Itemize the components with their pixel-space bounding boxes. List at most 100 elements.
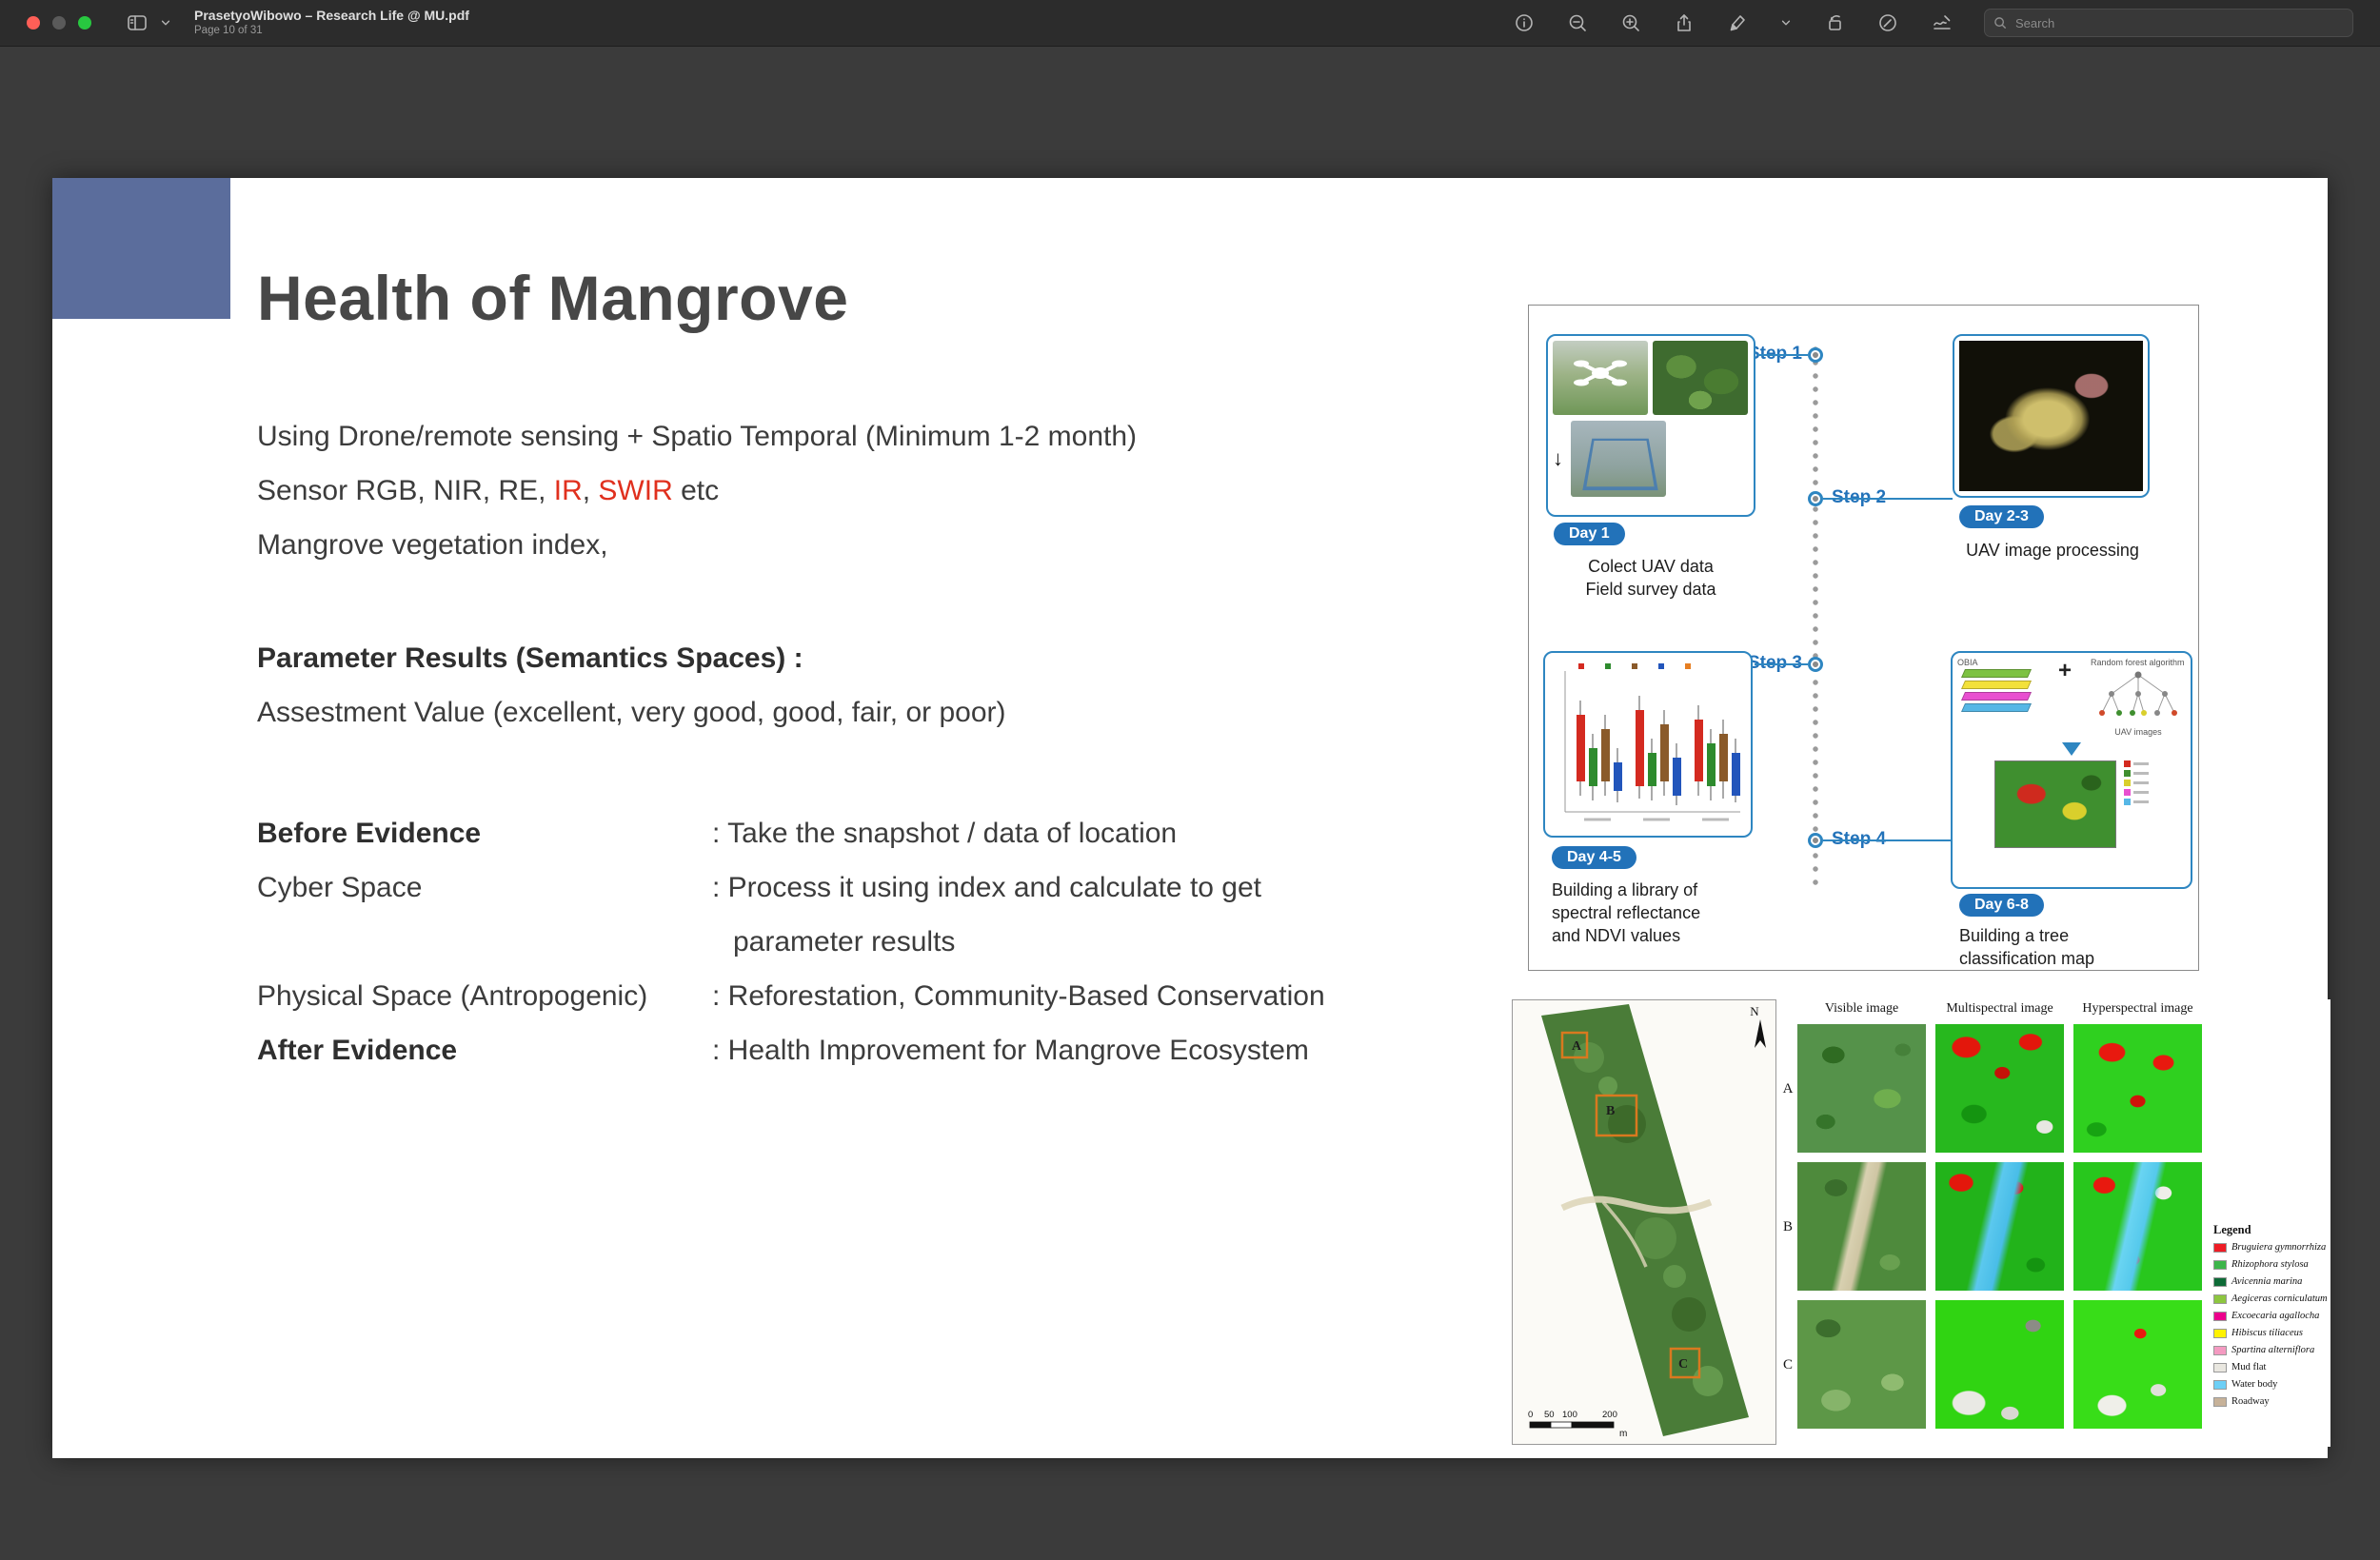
assessment-line: Assestment Value (excellent, very good, … (257, 685, 1495, 740)
pen-circle-icon (1877, 12, 1898, 33)
row-label-a: A (1780, 1081, 1795, 1097)
scale-number: 100 (1562, 1410, 1577, 1420)
legend-swatch (2213, 1243, 2227, 1253)
app-window: PrasetyoWibowo – Research Life @ MU.pdf … (0, 0, 2380, 1560)
step4-node (1808, 833, 1823, 848)
search-input[interactable] (2013, 15, 2344, 31)
chevron-down-icon (1780, 17, 1792, 29)
day2-3-panel (1953, 334, 2150, 498)
day4-5-panel (1543, 651, 1753, 838)
obia-layer-stack (1957, 667, 2039, 722)
legend-label: Water body (2231, 1379, 2277, 1390)
sidebar-options-button[interactable] (154, 17, 177, 29)
connector-line (1755, 663, 1808, 665)
window-controls (27, 16, 91, 30)
legend-swatch (2213, 1346, 2227, 1355)
legend-item: Water body (2213, 1379, 2328, 1390)
species-legend: Legend Bruguiera gymnorrhiza Rhizophora s… (2213, 1223, 2328, 1413)
column-header-multispectral: Multispectral image (1935, 1001, 2064, 1017)
grid-cell-multispectral-c (1935, 1300, 2064, 1429)
day6-8-panel: OBIA + Random forest algorithm (1951, 651, 2192, 889)
legend-swatch (2213, 1294, 2227, 1304)
map-label-c: C (1678, 1357, 1688, 1372)
evidence-row-continuation: parameter results (257, 915, 1495, 969)
legend-label: Excoecaria agallocha (2231, 1311, 2319, 1321)
markup-options-button[interactable] (1775, 17, 1797, 29)
zoom-out-button[interactable] (1561, 12, 1594, 33)
info-button[interactable] (1508, 12, 1540, 33)
legend-item: Mud flat (2213, 1362, 2328, 1372)
legend-item: Bruguiera gymnorrhiza (2213, 1242, 2328, 1253)
map-label-a: A (1572, 1039, 1582, 1054)
markup-button[interactable] (1721, 12, 1754, 33)
page-indicator: Page 10 of 31 (194, 25, 469, 37)
legend-label: Roadway (2231, 1396, 2270, 1407)
legend-label: Rhizophora stylosa (2231, 1259, 2309, 1270)
search-field[interactable] (1984, 9, 2353, 37)
slide-body: Using Drone/remote sensing + Spatio Temp… (257, 409, 1495, 1077)
evidence-block: Before Evidence : Take the snapshot / da… (257, 806, 1495, 1077)
evidence-label: Cyber Space (257, 860, 712, 915)
window-title: PrasetyoWibowo – Research Life @ MU.pdf (194, 8, 469, 23)
step1-node (1808, 347, 1823, 363)
random-forest-label: Random forest algorithm (2091, 658, 2186, 667)
site-map-panel: A B C N 0 50 100 200 m (1512, 999, 1776, 1445)
classification-map-image (1994, 760, 2116, 848)
pdf-page: Health of Mangrove Using Drone/remote se… (52, 178, 2328, 1458)
north-label: N (1750, 1004, 1759, 1018)
legend-swatch (2213, 1363, 2227, 1372)
zoom-window-button[interactable] (78, 16, 91, 30)
rotate-icon (1824, 12, 1845, 33)
timeline-dotted-line (1813, 346, 1818, 893)
evidence-row-physical: Physical Space (Antropogenic) : Reforest… (257, 969, 1495, 1023)
plus-sign: + (2058, 658, 2072, 684)
legend-items: Bruguiera gymnorrhiza Rhizophora stylosa A… (2213, 1242, 2328, 1407)
field-survey-photo (1571, 421, 1666, 497)
sensor-ir-text: IR (554, 475, 583, 506)
step3-node (1808, 657, 1823, 672)
signature-button[interactable] (1925, 12, 1959, 33)
share-icon (1674, 12, 1695, 33)
map-label-b: B (1606, 1104, 1615, 1118)
body-line-index: Mangrove vegetation index, (257, 518, 1495, 572)
scale-unit: m (1619, 1429, 1627, 1439)
legend-title: Legend (2213, 1223, 2328, 1237)
evidence-label: Before Evidence (257, 806, 712, 860)
parameter-results-block: Parameter Results (Semantics Spaces) : A… (257, 631, 1495, 740)
minimize-window-button[interactable] (52, 16, 66, 30)
titlebar: PrasetyoWibowo – Research Life @ MU.pdf … (0, 0, 2380, 47)
mangrove-photo (1653, 341, 1748, 415)
grid-cell-hyperspectral-b (2073, 1162, 2202, 1291)
zoom-out-icon (1567, 12, 1588, 33)
evidence-label (257, 915, 712, 969)
connector-line (1823, 839, 1951, 841)
scale-number: 50 (1544, 1410, 1555, 1420)
legend-swatch (2213, 1312, 2227, 1321)
day2-3-badge: Day 2-3 (1959, 505, 2044, 528)
connector-line (1757, 354, 1808, 356)
slide-accent-rectangle (52, 178, 230, 319)
connector-line (1823, 498, 1953, 500)
obia-label: OBIA (1957, 658, 2039, 667)
evidence-row-cyber: Cyber Space : Process it using index and… (257, 860, 1495, 915)
drone-graphic (1553, 341, 1648, 415)
annotate-button[interactable] (1872, 12, 1904, 33)
sidebar-toggle-button[interactable] (120, 12, 154, 33)
sensor-suffix: etc (673, 475, 719, 506)
evidence-label: After Evidence (257, 1023, 712, 1077)
share-button[interactable] (1668, 12, 1700, 33)
close-window-button[interactable] (27, 16, 40, 30)
legend-label: Aegiceras corniculatum (2231, 1293, 2328, 1304)
legend-label: Mud flat (2231, 1362, 2266, 1372)
zoom-in-button[interactable] (1615, 12, 1647, 33)
north-arrow-icon (1755, 1019, 1766, 1048)
search-icon (1993, 16, 2008, 30)
rotate-button[interactable] (1818, 12, 1851, 33)
grid-cell-visible-c (1797, 1300, 1926, 1429)
legend-item: Rhizophora stylosa (2213, 1259, 2328, 1270)
day4-5-caption: Building a library of spectral reflectan… (1552, 879, 1771, 947)
parameter-results-header: Parameter Results (Semantics Spaces) : (257, 631, 1495, 685)
legend-item: Spartina alterniflora (2213, 1345, 2328, 1355)
scale-number: 0 (1528, 1410, 1533, 1420)
day6-8-caption: Building a tree classification map (1959, 924, 2178, 970)
